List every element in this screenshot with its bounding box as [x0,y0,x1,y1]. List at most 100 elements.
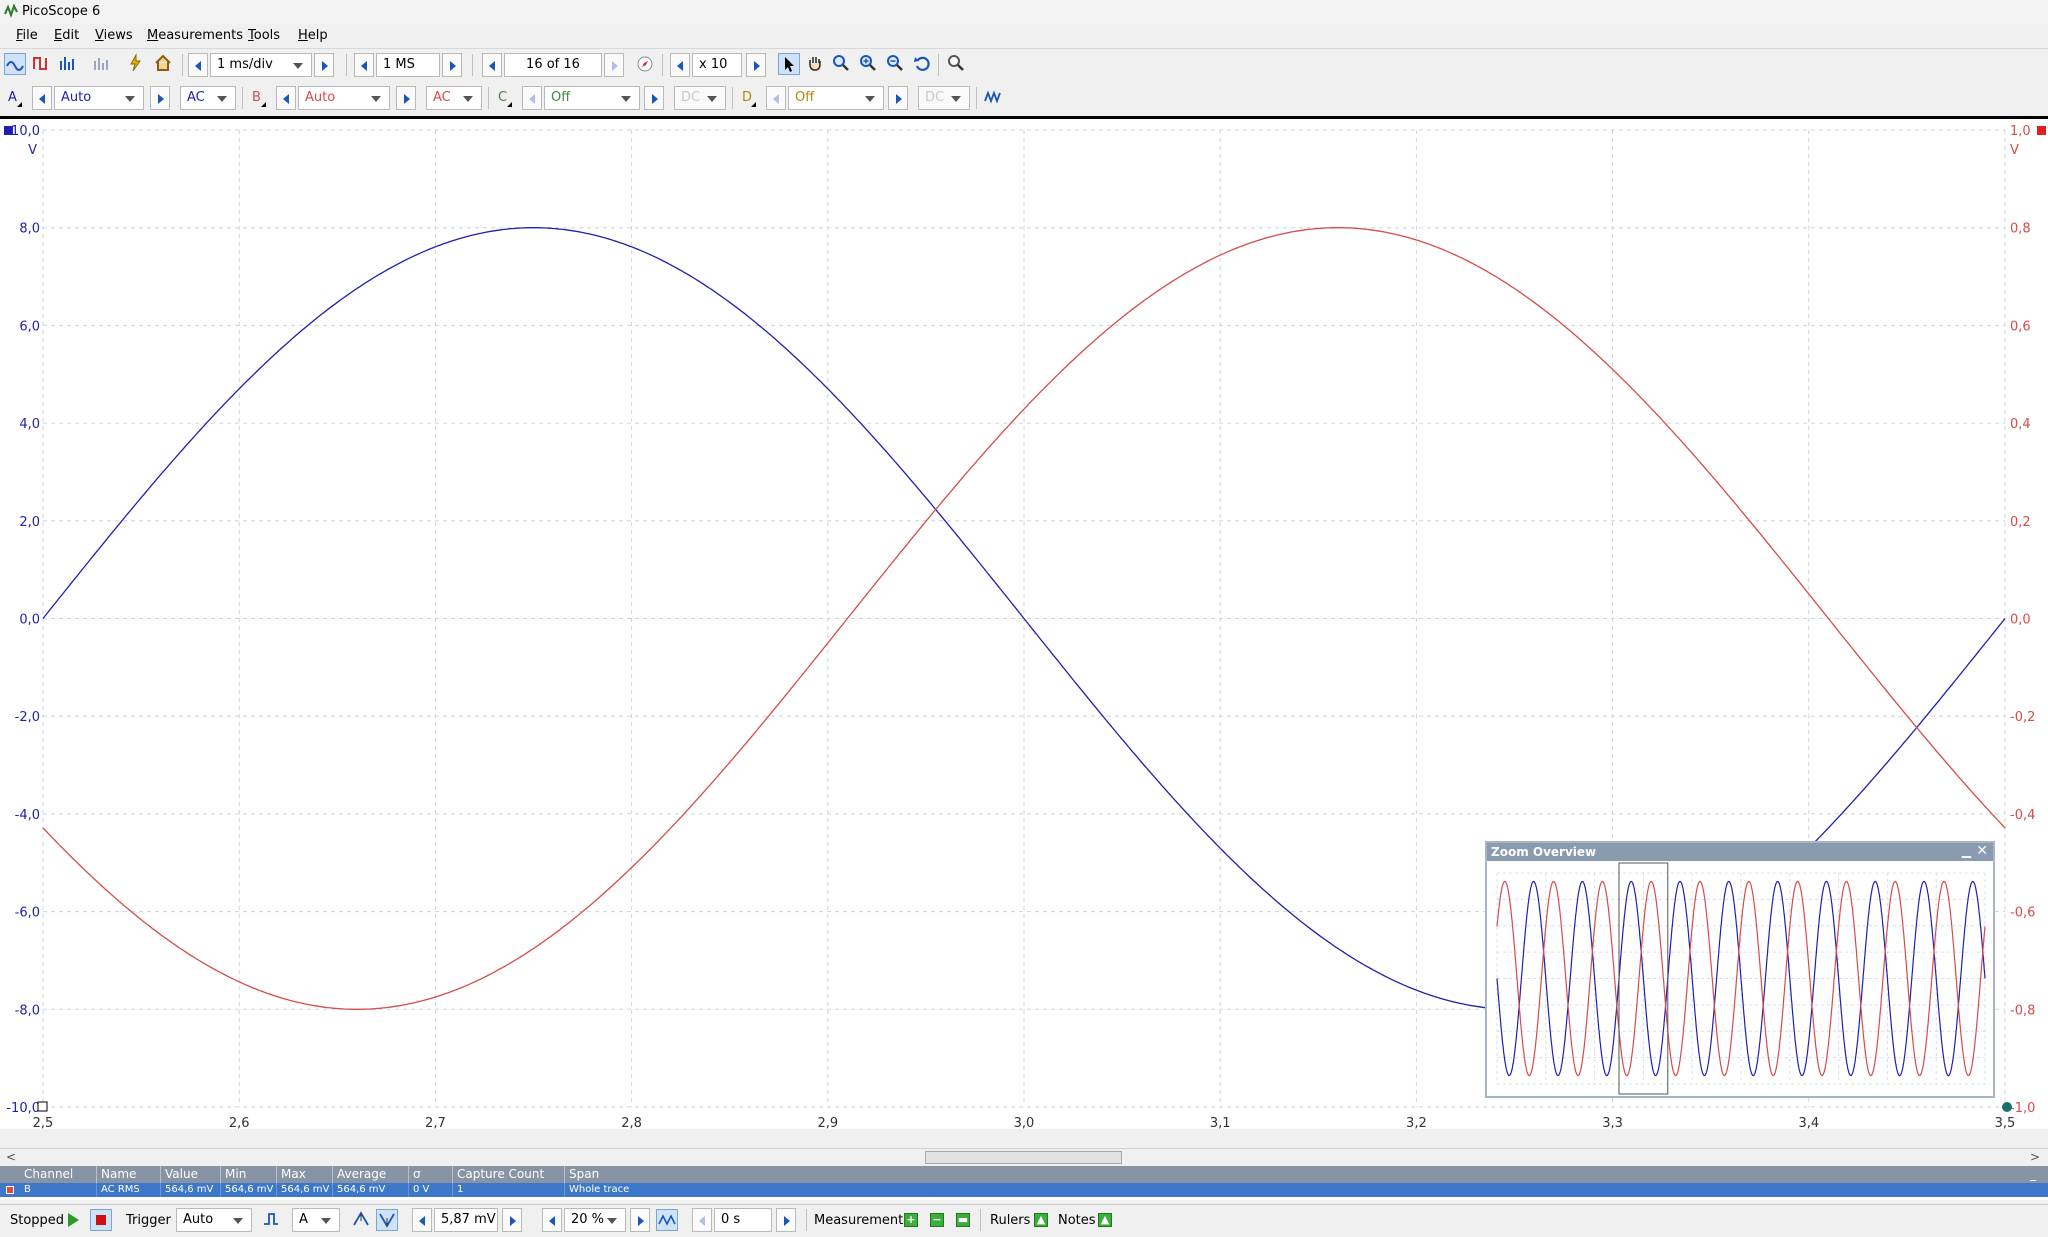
zoom-overview-icon[interactable] [945,53,967,75]
undo-zoom-icon[interactable] [911,53,933,75]
col-average[interactable]: Average [332,1166,408,1183]
scope-mode-icon[interactable] [4,53,26,75]
delay-next-button[interactable] [776,1208,796,1232]
scrollbar-thumb[interactable] [925,1151,1122,1164]
col-min[interactable]: Min [220,1166,276,1183]
pretrigger-prev-button[interactable] [542,1208,562,1232]
channel-b-axis-marker[interactable] [2037,126,2046,135]
timebase-select[interactable]: 1 ms/div [210,53,312,77]
math-channels-icon[interactable] [982,87,1004,109]
samples-prev-button[interactable] [354,53,374,77]
col-sigma[interactable]: σ [408,1166,452,1183]
col-capture-count[interactable]: Capture Count [452,1166,564,1183]
buffer-next-button[interactable] [604,53,624,77]
falling-edge-icon[interactable] [376,1209,398,1231]
zoom-marquee-icon[interactable] [830,53,852,75]
zoom-factor-field[interactable]: x 10 [692,53,742,77]
spectrum-mode-icon[interactable] [56,53,78,75]
buffer-prev-button[interactable] [482,53,502,77]
trigger-source-select[interactable]: A [292,1208,340,1232]
buffer-navigator-icon[interactable] [634,54,656,76]
collapse-icon[interactable]: _ [2030,1166,2036,1183]
zoom-next-button[interactable] [746,53,766,77]
channel-d-coupling-select[interactable]: DC [918,86,970,110]
channel-b-coupling-select[interactable]: AC [426,86,482,110]
zoom-out-icon[interactable] [884,53,906,75]
channel-c-options[interactable]: C [494,86,514,110]
delay-prev-button[interactable] [692,1208,712,1232]
col-name[interactable]: Name [96,1166,160,1183]
zoom-overview-panel[interactable]: Zoom Overview ▁ ✕ [1485,841,1995,1098]
auto-setup-icon[interactable] [124,53,146,75]
minimize-icon[interactable]: ▁ [1962,844,1971,858]
select-tool-icon[interactable] [778,53,800,75]
trigger-advanced-icon[interactable] [260,1209,282,1231]
timebase-next-button[interactable] [314,53,334,77]
channel-d-range-select[interactable]: Off [788,86,884,110]
channel-a-coupling-select[interactable]: AC [180,86,236,110]
channel-c-range-prev[interactable] [522,86,542,110]
buffer-field[interactable]: 16 of 16 [504,53,602,77]
right-axis-tick-label: -0,4 [2010,808,2035,823]
close-icon[interactable]: ✕ [1976,843,1988,859]
channel-d-range-next[interactable] [888,86,908,110]
channel-b-options[interactable]: B [248,86,268,110]
notes-icon[interactable]: ▲ [1098,1213,1112,1227]
default-setup-icon[interactable] [152,53,174,75]
ruler-handle-icon[interactable] [2002,1102,2012,1112]
channel-c-coupling-select[interactable]: DC [674,86,726,110]
col-max[interactable]: Max [276,1166,332,1183]
scroll-left-icon[interactable]: < [6,1150,16,1164]
menu-edit[interactable]: Edit [54,28,79,43]
col-span[interactable]: Span [564,1166,764,1183]
horizontal-scrollbar[interactable]: < > [0,1148,2048,1167]
channel-d-options[interactable]: D [738,86,758,110]
channel-d-range-prev[interactable] [766,86,786,110]
channel-a-axis-marker[interactable] [4,126,13,135]
menu-help[interactable]: Help [298,28,328,43]
add-view-icon[interactable] [90,53,112,75]
channel-a-range-next[interactable] [150,86,170,110]
pretrigger-next-button[interactable] [630,1208,650,1232]
threshold-field[interactable]: 5,87 mV [434,1208,498,1232]
rulers-icon[interactable]: ▲ [1034,1213,1048,1227]
edit-measurement-icon[interactable]: − [930,1213,944,1227]
samples-next-button[interactable] [442,53,462,77]
col-value[interactable]: Value [160,1166,220,1183]
trigger-marker-icon[interactable] [37,1101,48,1112]
channel-b-range-select[interactable]: Auto [298,86,390,110]
channel-a-options[interactable]: A [4,86,24,110]
hand-tool-icon[interactable] [804,53,826,75]
channel-b-range-prev[interactable] [276,86,296,110]
stop-button[interactable] [90,1209,112,1231]
threshold-next-button[interactable] [502,1208,522,1232]
channel-a-range-prev[interactable] [32,86,52,110]
menu-tools[interactable]: Tools [248,28,280,43]
scroll-right-icon[interactable]: > [2030,1150,2040,1164]
pretrigger-select[interactable]: 20 % [564,1208,626,1232]
rising-edge-icon[interactable] [350,1209,372,1231]
zoom-in-icon[interactable] [857,53,879,75]
persistence-mode-icon[interactable] [30,53,52,75]
delete-measurement-icon[interactable]: ▬ [956,1213,970,1227]
trigger-mode-select[interactable]: Auto [176,1208,252,1232]
col-channel[interactable]: Channel [20,1166,96,1183]
table-row[interactable]: B AC RMS 564,6 mV 564,6 mV 564,6 mV 564,… [0,1183,2048,1197]
channel-c-range-select[interactable]: Off [544,86,640,110]
menu-measurements[interactable]: Measurements [147,28,243,43]
x-axis-tick-label: 2,6 [229,1116,250,1129]
delay-field[interactable]: 0 s [714,1208,772,1232]
channel-b-range-next[interactable] [396,86,416,110]
trigger-position-icon[interactable] [656,1209,678,1231]
samples-field[interactable]: 1 MS [376,53,440,77]
start-icon[interactable] [68,1213,79,1227]
threshold-prev-button[interactable] [412,1208,432,1232]
menu-file[interactable]: File [16,28,38,43]
add-measurement-icon[interactable]: + [904,1213,918,1227]
menu-views[interactable]: Views [95,28,133,43]
timebase-prev-button[interactable] [188,53,208,77]
zoom-prev-button[interactable] [670,53,690,77]
channel-c-range-next[interactable] [644,86,664,110]
channel-a-range-select[interactable]: Auto [54,86,144,110]
zoom-overview-plot[interactable] [1487,861,1993,1096]
